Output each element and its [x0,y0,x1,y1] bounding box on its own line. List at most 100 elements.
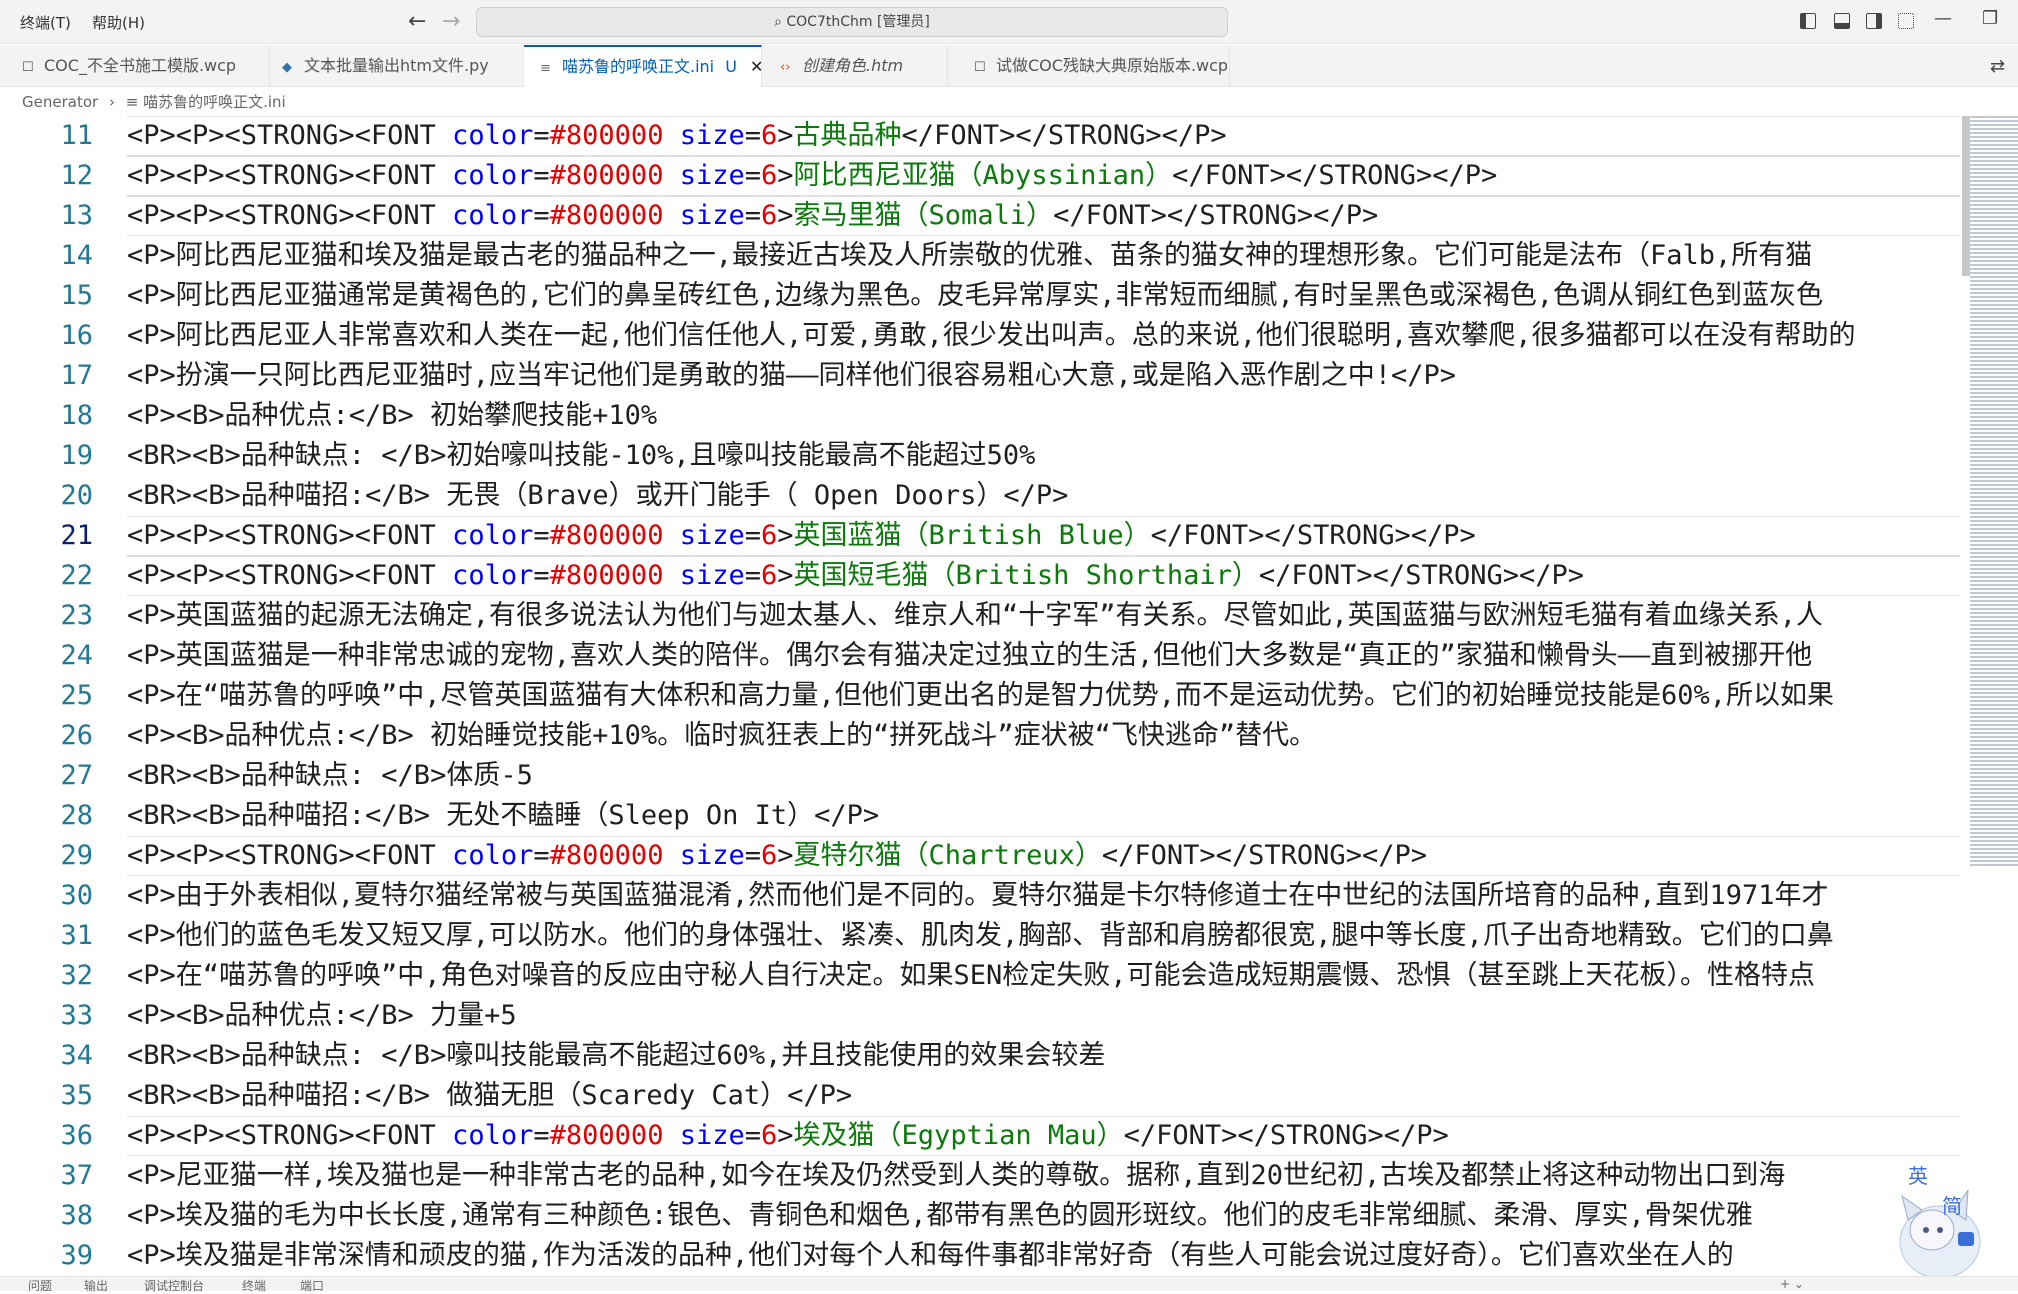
toggle-secondary-sidebar-icon[interactable] [1866,13,1882,29]
code-text: <P>埃及猫是非常深情和顽皮的猫,作为活泼的品种,他们对每个人和每件事都非常好奇… [127,1240,1734,1271]
code-line[interactable]: 15 <P>阿比西尼亚猫通常是黄褐色的,它们的鼻呈砖红色,边缘为黑色。皮毛异常厚实… [0,276,1960,316]
code-line[interactable]: 12 <P><P><STRONG><FONT color=#800000 size… [0,156,1960,196]
line-number: 22 [60,560,93,591]
code-line[interactable]: 14 <P>阿比西尼亚猫和埃及猫是最古老的猫品种之一,最接近古埃及人所崇敬的优雅、… [0,236,1960,276]
ime-mode-label[interactable]: 英 [1908,1160,1928,1189]
panel-tab-problems[interactable]: 问题 [28,1277,52,1294]
panel-tab-ports[interactable]: 端口 [300,1277,324,1294]
tab-python-script[interactable]: ◆ 文本批量输出htm文件.py [270,45,524,87]
line-number: 18 [60,400,93,431]
ime-mascot-icon [1899,1189,1981,1279]
toggle-primary-sidebar-icon[interactable] [1800,13,1816,29]
minimap[interactable] [1970,116,2018,866]
panel-tab-terminal[interactable]: 终端 [242,1277,266,1294]
code-line[interactable]: 21 <P><P><STRONG><FONT color=#800000 size… [0,516,1960,556]
line-number: 17 [60,360,93,391]
line-number: 19 [60,440,93,471]
panel-tab-output[interactable]: 输出 [84,1277,108,1294]
line-number: 21 [60,520,93,551]
code-text: <P>扮演一只阿比西尼亚猫时,应当牢记他们是勇敢的猫——同样他们很容易粗心大意,… [127,360,1457,391]
toggle-panel-icon[interactable] [1834,13,1850,29]
chevron-right-icon: › [108,93,115,111]
line-number: 27 [60,760,93,791]
command-center-label: COC7thChm [管理员] [786,14,930,30]
panel-tab-debug-console[interactable]: 调试控制台 [144,1277,204,1294]
html-icon: ‹› [780,60,791,75]
menu-help[interactable]: 帮助(H) [92,12,145,33]
code-line[interactable]: 33 <P><B>品种优点:</B> 力量+5 [0,996,1960,1036]
line-number: 30 [60,880,93,911]
restore-window-icon[interactable]: ❐ [1982,8,1998,29]
code-line[interactable]: 22 <P><P><STRONG><FONT color=#800000 size… [0,556,1960,596]
line-number: 34 [60,1040,93,1071]
forward-arrow-icon[interactable]: → [442,9,460,34]
code-line[interactable]: 26 <P><B>品种优点:</B> 初始睡觉技能+10%。临时疯狂表上的“拼死战… [0,716,1960,756]
editor-scrollbar[interactable] [1962,116,1970,276]
code-line[interactable]: 31 <P>他们的蓝色毛发又短又厚,可以防水。他们的身体强壮、紧凑、肌肉发,胸部、… [0,916,1960,956]
code-line[interactable]: 34 <BR><B>品种缺点: </B>嚎叫技能最高不能超过60%,并且技能使用的… [0,1036,1960,1076]
menu-terminal[interactable]: 终端(T) [20,12,71,33]
code-text: <BR><B>品种缺点: </B>嚎叫技能最高不能超过60%,并且技能使用的效果… [127,1040,1106,1071]
title-bar: 终端(T) 帮助(H) ← → ⌕ COC7thChm [管理员] — ❐ [0,0,2018,44]
ime-script-label[interactable]: 简 [1942,1190,1962,1219]
code-text: <P><P><STRONG><FONT color=#800000 size=6… [127,836,1960,876]
line-number: 36 [60,1120,93,1151]
code-line[interactable]: 17 <P>扮演一只阿比西尼亚猫时,应当牢记他们是勇敢的猫——同样他们很容易粗心大… [0,356,1960,396]
ime-toolbar[interactable]: 英 简 [1868,1160,1998,1279]
back-arrow-icon[interactable]: ← [408,9,426,34]
tab-coc-dictionary[interactable]: ☐ 试做COC残缺大典原始版本.wcp [948,45,1230,87]
code-line[interactable]: 19 <BR><B>品种缺点: </B>初始嚎叫技能-10%,且嚎叫技能最高不能超… [0,436,1960,476]
line-number: 20 [60,480,93,511]
code-line[interactable]: 35 <BR><B>品种喵招:</B> 做猫无胆（Scaredy Cat）</P> [0,1076,1960,1116]
line-number: 14 [60,240,93,271]
code-line[interactable]: 28 <BR><B>品种喵招:</B> 无处不瞌睡（Sleep On It）</P… [0,796,1960,836]
code-line[interactable]: 23 <P>英国蓝猫的起源无法确定,有很多说法认为他们与迦太基人、维京人和“十字军… [0,596,1960,636]
customize-layout-icon[interactable] [1898,13,1914,29]
code-line[interactable]: 18 <P><B>品种优点:</B> 初始攀爬技能+10% [0,396,1960,436]
untracked-badge: U [725,57,737,76]
code-line[interactable]: 39 <P>埃及猫是非常深情和顽皮的猫,作为活泼的品种,他们对每个人和每件事都非常… [0,1236,1960,1276]
minimize-icon[interactable]: — [1934,8,1952,29]
tab-coc-template[interactable]: ☐ COC_不全书施工模版.wcp [0,45,270,87]
file-icon: ☐ [22,60,34,75]
breadcrumb-file[interactable]: 喵苏鲁的呼唤正文.ini [143,93,286,111]
code-text: <P><B>品种优点:</B> 力量+5 [127,1000,517,1031]
split-editor-icon[interactable]: ⇄ [1990,56,2005,77]
code-line[interactable]: 11 <P><P><STRONG><FONT color=#800000 size… [0,116,1960,156]
code-line[interactable]: 29 <P><P><STRONG><FONT color=#800000 size… [0,836,1960,876]
code-line[interactable]: 36 <P><P><STRONG><FONT color=#800000 size… [0,1116,1960,1156]
code-line[interactable]: 30 <P>由于外表相似,夏特尔猫经常被与英国蓝猫混淆,然而他们是不同的。夏特尔猫… [0,876,1960,916]
line-number: 11 [60,120,93,151]
line-number: 23 [60,600,93,631]
editor-tab-bar: ☐ COC_不全书施工模版.wcp ◆ 文本批量输出htm文件.py ≡ 喵苏鲁的呼唤… [0,45,2018,87]
command-center-search[interactable]: ⌕ COC7thChm [管理员] [476,7,1228,37]
tab-active-ini[interactable]: ≡ 喵苏鲁的呼唤正文.ini U ✕ [524,45,763,87]
line-number: 26 [60,720,93,751]
code-line[interactable]: 37 <P>尼亚猫一样,埃及猫也是一种非常古老的品种,如今在埃及仍然受到人类的尊敬… [0,1156,1960,1196]
code-line[interactable]: 16 <P>阿比西尼亚人非常喜欢和人类在一起,他们信任他人,可爱,勇敢,很少发出叫… [0,316,1960,356]
breadcrumb-folder[interactable]: Generator [22,93,98,111]
code-line[interactable]: 13 <P><P><STRONG><FONT color=#800000 size… [0,196,1960,236]
code-line[interactable]: 25 <P>在“喵苏鲁的呼唤”中,尽管英国蓝猫有大体积和高力量,但他们更出名的是智… [0,676,1960,716]
code-text: <P><P><STRONG><FONT color=#800000 size=6… [127,516,1960,556]
code-editor[interactable]: 11 <P><P><STRONG><FONT color=#800000 size… [0,116,2018,1276]
code-line[interactable]: 27 <BR><B>品种缺点: </B>体质-5 [0,756,1960,796]
code-text: <P>英国蓝猫是一种非常忠诚的宠物,喜欢人类的陪伴。偶尔会有猫决定过独立的生活,… [127,640,1813,671]
add-terminal-icon[interactable]: + ⌄ [1780,1277,1804,1291]
code-line[interactable]: 32 <P>在“喵苏鲁的呼唤”中,角色对噪音的反应由守秘人自行决定。如果SEN检定… [0,956,1960,996]
code-line[interactable]: 38 <P>埃及猫的毛为中长长度,通常有三种颜色:银色、青铜色和烟色,都带有黑色的… [0,1196,1960,1236]
code-text: <P>尼亚猫一样,埃及猫也是一种非常古老的品种,如今在埃及仍然受到人类的尊敬。据… [127,1160,1786,1191]
file-icon: ☐ [974,60,986,75]
code-text: <BR><B>品种缺点: </B>初始嚎叫技能-10%,且嚎叫技能最高不能超过5… [127,440,1036,471]
line-number: 35 [60,1080,93,1111]
code-text: <P><P><STRONG><FONT color=#800000 size=6… [127,1116,1960,1156]
code-text: <P><P><STRONG><FONT color=#800000 size=6… [127,116,1960,156]
line-number: 13 [60,200,93,231]
ini-icon: ≡ [540,61,551,76]
tab-create-character[interactable]: ‹› 创建角色.htm [762,45,948,87]
code-line[interactable]: 24 <P>英国蓝猫是一种非常忠诚的宠物,喜欢人类的陪伴。偶尔会有猫决定过独立的生… [0,636,1960,676]
code-text: <P>阿比西尼亚猫通常是黄褐色的,它们的鼻呈砖红色,边缘为黑色。皮毛异常厚实,非… [127,280,1824,311]
line-number: 15 [60,280,93,311]
code-text: <P>英国蓝猫的起源无法确定,有很多说法认为他们与迦太基人、维京人和“十字军”有… [127,600,1824,631]
code-line[interactable]: 20 <BR><B>品种喵招:</B> 无畏（Brave）或开门能手（ Open … [0,476,1960,516]
